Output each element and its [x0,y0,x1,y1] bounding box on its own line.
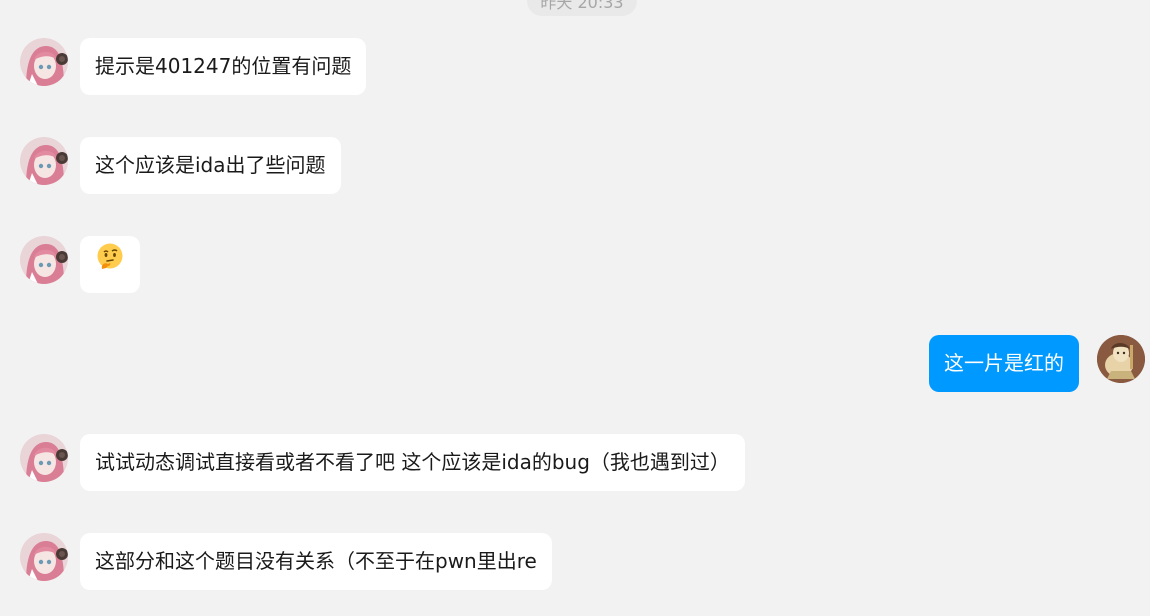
message-text: 试试动态调试直接看或者不看了吧 这个应该是ida的bug（我也遇到过） [95,450,730,474]
message-bubble[interactable]: 试试动态调试直接看或者不看了吧 这个应该是ida的bug（我也遇到过） [80,434,745,491]
message-bubble-self[interactable]: 这一片是红的 [929,335,1079,392]
message-bubble[interactable] [80,236,140,293]
avatar[interactable] [20,236,68,284]
message-text: 这一片是红的 [944,351,1064,375]
message-text: 提示是401247的位置有问题 [95,54,352,78]
message-bubble[interactable]: 提示是401247的位置有问题 [80,38,367,95]
chat-message-area[interactable]: 昨天 20:33 提示是401247的位置有问题 这个应该是ida出了些问题 这… [0,0,1150,616]
message-bubble[interactable]: 这个应该是ida出了些问题 [80,137,341,194]
thinking-face-icon [96,235,124,292]
avatar[interactable] [20,137,68,185]
message-text: 这个应该是ida出了些问题 [95,153,326,177]
avatar[interactable] [20,533,68,581]
message-bubble[interactable]: 这部分和这个题目没有关系（不至于在pwn里出re [80,533,552,590]
message-text: 这部分和这个题目没有关系（不至于在pwn里出re [95,549,537,573]
timestamp-divider: 昨天 20:33 [527,0,637,16]
avatar-self[interactable] [1097,335,1145,383]
avatar[interactable] [20,434,68,482]
avatar[interactable] [20,38,68,86]
